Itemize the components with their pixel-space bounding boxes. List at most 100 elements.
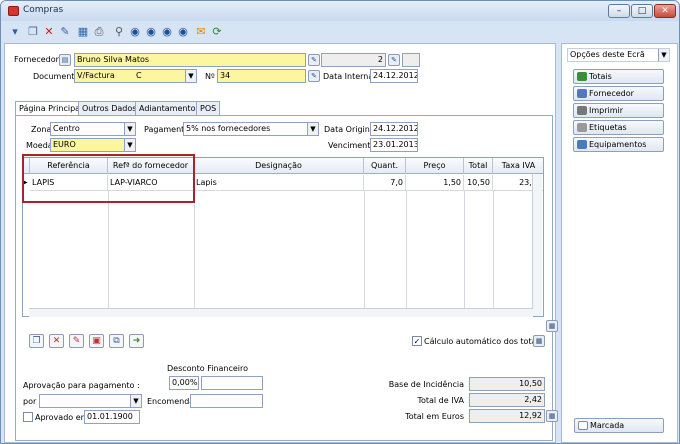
copy-line-button[interactable]: ⧉ <box>109 334 124 348</box>
aprovado-checkbox[interactable] <box>23 412 33 422</box>
checkbox-icon <box>578 421 588 430</box>
data-interna-label: Data Interna <box>323 72 374 81</box>
supplier-icon <box>577 89 587 98</box>
last-record-icon[interactable]: ◉ <box>176 25 190 39</box>
save-line-button[interactable]: ▣ <box>89 334 104 348</box>
encomenda-field[interactable] <box>190 394 263 408</box>
column-header[interactable]: Total <box>464 158 493 174</box>
add-line-button[interactable]: ❐ <box>29 334 44 348</box>
fornecedor-field[interactable]: Bruno Silva Matos <box>74 53 306 67</box>
vencimento-label: Vencimento <box>328 141 376 150</box>
edit-icon[interactable]: ✎ <box>58 25 72 39</box>
delete-icon[interactable]: ✕ <box>42 25 56 39</box>
eraser-button[interactable]: ✎ <box>69 334 84 348</box>
aprovado-date-field[interactable]: 01.01.1900 <box>84 410 140 424</box>
grid-horizontal-scrollbar[interactable] <box>29 308 533 317</box>
sidebar-button-fornecedor[interactable]: Fornecedor <box>573 86 664 101</box>
documento-type-value: V/Factura <box>77 71 115 80</box>
export-line-button[interactable]: ➜ <box>129 334 144 348</box>
table-cell[interactable]: 1,50 <box>406 175 464 191</box>
desconto-extra-field[interactable] <box>201 376 263 390</box>
supplier-extra-field <box>402 53 420 67</box>
grid-icon[interactable]: ▦ <box>76 25 90 39</box>
totals-icon <box>577 72 587 81</box>
maximize-button[interactable]: □ <box>631 4 653 18</box>
sidebar-button-etiquetas[interactable]: Etiquetas <box>573 120 664 135</box>
tab-outros-dados[interactable]: Outros Dados <box>78 101 141 115</box>
refresh-icon[interactable]: ⟳ <box>210 25 224 39</box>
chevron-down-icon[interactable]: ▼ <box>658 49 669 61</box>
chevron-down-icon[interactable]: ▼ <box>130 395 141 407</box>
pagamento-select[interactable]: 5% nos fornecedores ▼ <box>183 122 319 136</box>
total-iva-label: Total de IVA <box>417 396 464 405</box>
menu-dropdown-icon[interactable]: ▾ <box>8 25 22 39</box>
supplier-action-icon[interactable]: ✎ <box>308 54 320 66</box>
tab-pagina-principal[interactable]: Página Principal <box>15 101 87 116</box>
por-select[interactable]: ▼ <box>39 394 142 408</box>
printer-icon <box>577 106 587 115</box>
chevron-down-icon[interactable]: ▼ <box>124 139 135 151</box>
equipment-icon <box>577 140 587 149</box>
column-header[interactable]: Taxa IVA <box>493 158 543 174</box>
search-icon[interactable]: ⚲ <box>112 25 126 39</box>
chevron-down-icon[interactable]: ▼ <box>185 70 196 82</box>
column-header[interactable]: Preço <box>406 158 464 174</box>
numero-label: Nº <box>205 72 215 81</box>
aprovado-label: Aprovado em <box>35 413 89 422</box>
grid-vertical-scrollbar[interactable] <box>532 174 542 316</box>
purchases-window: Compras – □ ✕ ▾ ❐ ✕ ✎ ▦ ⎙ ⚲ ◉ ◉ ◉ ◉ ✉ ⟳ … <box>0 0 680 444</box>
supplier-lookup-icon[interactable]: ▤ <box>59 54 71 66</box>
next-record-icon[interactable]: ◉ <box>160 25 174 39</box>
marcada-checkbox[interactable]: Marcada <box>574 418 664 433</box>
moeda-select[interactable]: EURO ▼ <box>50 138 136 152</box>
zona-label: Zona <box>31 125 52 134</box>
minimize-button[interactable]: – <box>608 4 630 18</box>
table-cell[interactable]: 7,0 <box>364 175 406 191</box>
documento-select[interactable]: V/Factura C ▼ <box>74 69 197 83</box>
first-record-icon[interactable]: ◉ <box>128 25 142 39</box>
sidebar-button-equipamentos[interactable]: Equipamentos <box>573 137 664 152</box>
options-select-value: Opções deste Ecrã <box>570 50 645 59</box>
table-cell[interactable]: 10,50 <box>464 175 493 191</box>
supplier-info-icon[interactable]: ✎ <box>388 54 400 66</box>
previous-record-icon[interactable]: ◉ <box>144 25 158 39</box>
tab-adiantamentos[interactable]: Adiantamentos <box>135 101 204 115</box>
numero-action-icon[interactable]: ✎ <box>308 70 320 82</box>
close-button[interactable]: ✕ <box>654 4 676 18</box>
vencimento-field[interactable]: 23.01.2013 <box>370 138 418 152</box>
tab-pos[interactable]: POS <box>196 101 221 115</box>
totals-calculator-icon[interactable]: ▦ <box>533 335 545 347</box>
sidebar-button-totais[interactable]: Totais <box>573 69 664 84</box>
sidebar-button-imprimir[interactable]: Imprimir <box>573 103 664 118</box>
print-icon[interactable]: ⎙ <box>92 25 106 39</box>
numero-field[interactable]: 34 <box>217 69 306 83</box>
column-header[interactable]: Quant. <box>364 158 406 174</box>
total-euros-value: 12,92 <box>469 409 545 423</box>
zona-select[interactable]: Centro ▼ <box>50 122 136 136</box>
data-interna-field[interactable]: 24.12.2012 <box>370 69 418 83</box>
table-cell[interactable]: Lapis <box>194 175 364 191</box>
title-bar: Compras – □ ✕ <box>1 1 679 21</box>
chevron-down-icon[interactable]: ▼ <box>307 123 318 135</box>
calculo-label: Cálculo automático dos totais <box>424 337 543 346</box>
options-select[interactable]: Opções deste Ecrã ▼ <box>567 48 670 62</box>
totals-info-icon[interactable]: ▦ <box>546 410 558 422</box>
por-label: por <box>23 397 37 406</box>
new-document-icon[interactable]: ❐ <box>26 25 40 39</box>
fornecedor-label: Fornecedor <box>14 55 59 64</box>
chevron-down-icon[interactable]: ▼ <box>124 123 135 135</box>
labels-icon <box>577 123 587 132</box>
calculo-checkbox[interactable]: ✓ <box>412 336 422 346</box>
grid-options-icon[interactable]: ▦ <box>546 320 558 332</box>
column-header[interactable]: Designação <box>194 158 364 174</box>
desconto-field[interactable]: 0,00% <box>169 376 199 390</box>
data-original-field[interactable]: 24.12.2012 <box>370 122 418 136</box>
moeda-value: EURO <box>53 140 76 149</box>
toolbar: ▾ ❐ ✕ ✎ ▦ ⎙ ⚲ ◉ ◉ ◉ ◉ ✉ ⟳ <box>4 23 354 42</box>
app-icon <box>8 6 19 16</box>
delete-line-button[interactable]: ✕ <box>49 334 64 348</box>
mail-icon[interactable]: ✉ <box>194 25 208 39</box>
desconto-label: Desconto Financeiro <box>167 364 249 373</box>
total-iva-value: 2,42 <box>469 393 545 407</box>
documento-label: Documento <box>33 72 80 81</box>
